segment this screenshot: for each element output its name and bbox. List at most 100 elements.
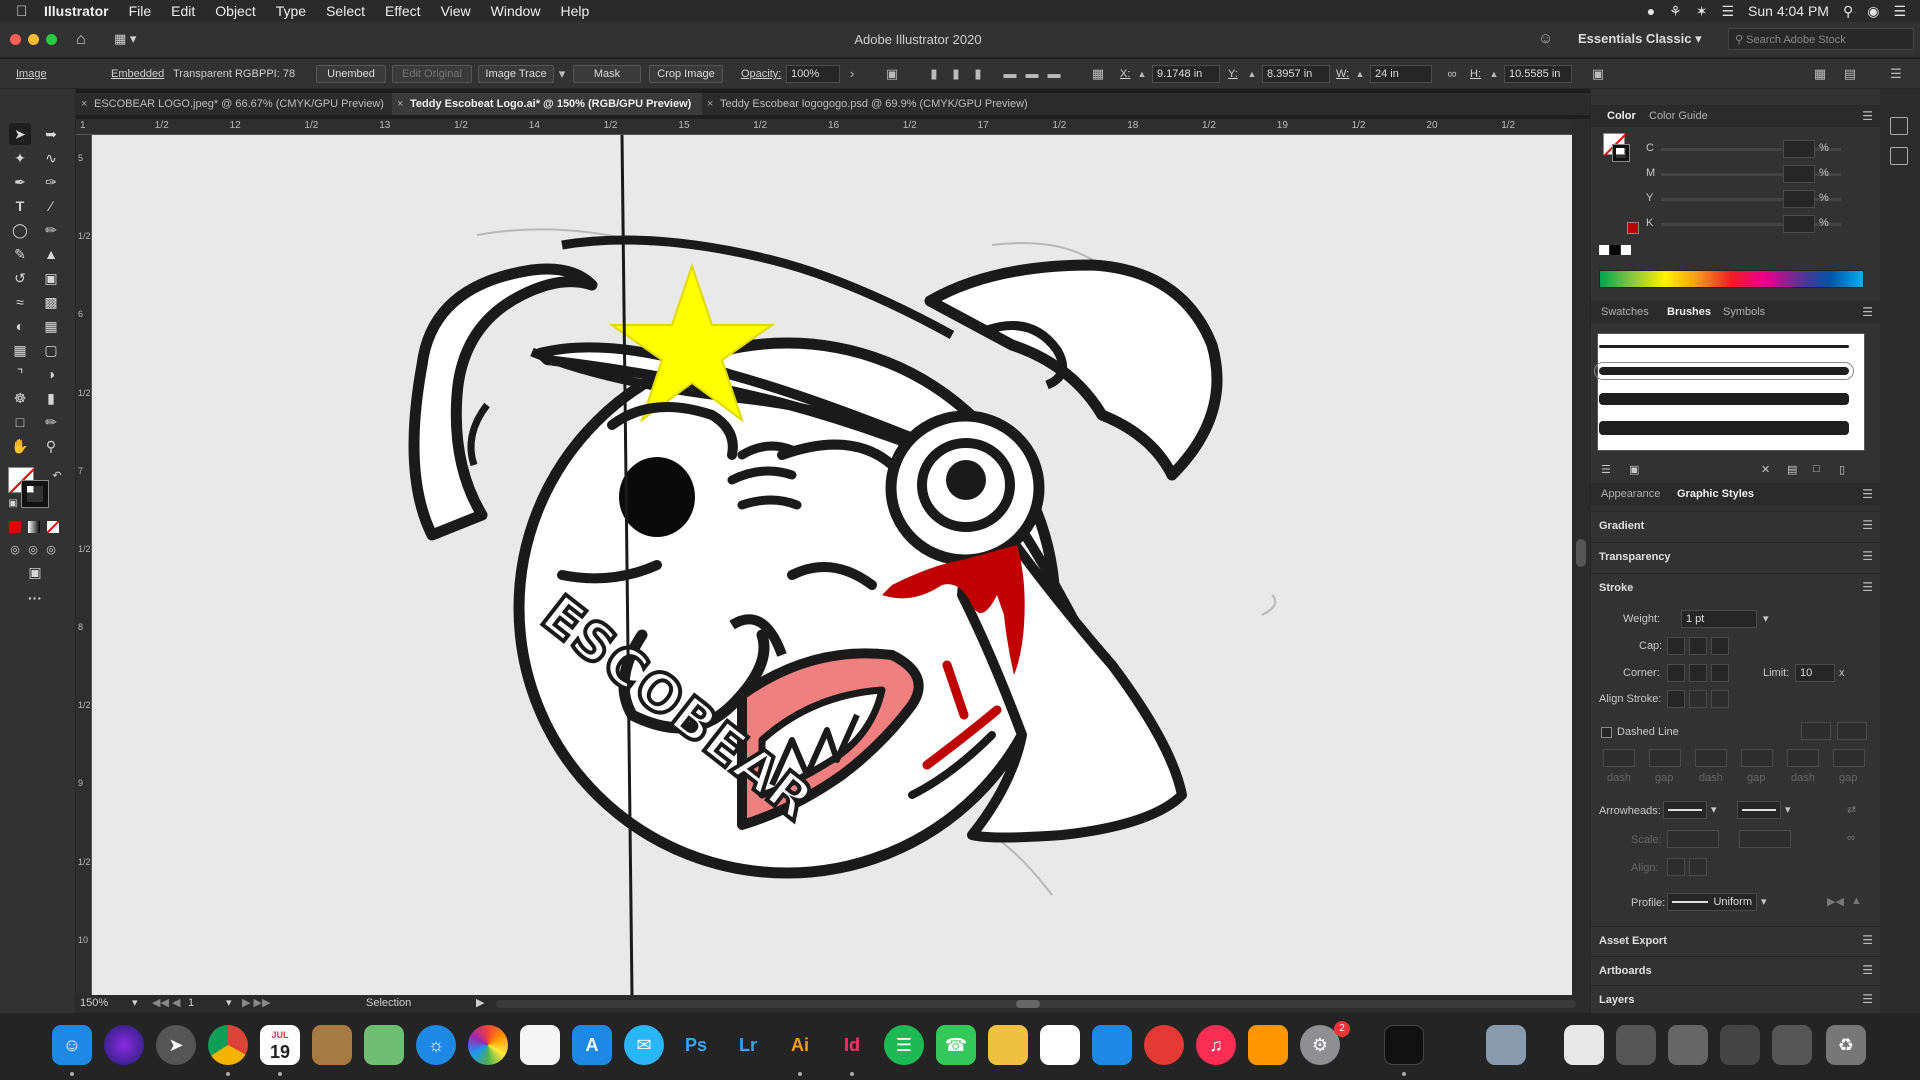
numbers-icon[interactable] — [1040, 1025, 1080, 1065]
square-cap-button[interactable] — [1711, 637, 1729, 655]
lasso-tool-icon[interactable]: ∿ — [40, 147, 62, 169]
siri-icon[interactable] — [104, 1025, 144, 1065]
safari-icon[interactable]: ☼ — [416, 1025, 456, 1065]
align-inside-stroke-button[interactable] — [1689, 690, 1707, 708]
shaper-tool-icon[interactable]: ✎ — [9, 243, 31, 265]
image-trace-button[interactable]: Image Trace — [478, 65, 554, 83]
reminders-icon[interactable] — [520, 1025, 560, 1065]
type-tool-icon[interactable]: T — [9, 195, 31, 217]
menu-app-name[interactable]: Illustrator — [44, 3, 109, 19]
arrow-place-button[interactable] — [1689, 858, 1707, 876]
tab-graphic-styles[interactable]: Graphic Styles — [1677, 488, 1754, 500]
slice-tool-icon[interactable]: ✏ — [40, 411, 62, 433]
tab-symbols[interactable]: Symbols — [1723, 306, 1765, 318]
embedded-link[interactable]: Embedded — [111, 68, 164, 80]
tab-appearance[interactable]: Appearance — [1601, 488, 1660, 500]
menu-window[interactable]: Window — [491, 3, 541, 19]
canvas-vertical-scrollbar[interactable] — [1572, 119, 1590, 995]
scale-tool-icon[interactable]: ▣ — [40, 267, 62, 289]
tab-brushes[interactable]: Brushes — [1667, 306, 1711, 318]
close-tab-icon[interactable]: × — [397, 93, 403, 115]
mask-button[interactable]: Mask — [573, 65, 641, 83]
start-arrowhead-select[interactable] — [1663, 801, 1707, 819]
layers-panel-header[interactable]: Layers ☰ — [1591, 985, 1881, 1013]
w-label[interactable]: W: — [1336, 68, 1349, 80]
bevel-join-button[interactable] — [1711, 664, 1729, 682]
news-icon[interactable] — [1144, 1025, 1184, 1065]
zoom-tool-icon[interactable]: ⚲ — [40, 435, 62, 457]
horizontal-scroll-thumb[interactable] — [1016, 1000, 1040, 1008]
stroke-panel-header[interactable]: Stroke ☰ — [1591, 573, 1881, 601]
warp-tool-icon[interactable]: ≈ — [9, 291, 31, 313]
brush-settings-icon[interactable]: ▤ — [1787, 463, 1797, 476]
gradient-mode-button[interactable] — [28, 521, 40, 533]
gap-input-3[interactable] — [1833, 749, 1865, 767]
h-label[interactable]: H: — [1470, 68, 1481, 80]
status-menu-icon[interactable]: ▶ — [476, 996, 484, 1009]
x-label[interactable]: X: — [1120, 68, 1130, 80]
align-dash-button[interactable] — [1837, 722, 1867, 740]
wifi-icon[interactable]: ☰ — [1721, 3, 1734, 20]
keynote-icon[interactable] — [1092, 1025, 1132, 1065]
profile-dropdown-icon[interactable]: ▾ — [1761, 895, 1767, 908]
draw-inside-icon[interactable]: ◎ — [40, 539, 62, 561]
preview-icon[interactable] — [1486, 1025, 1526, 1065]
illustrator-icon[interactable]: Ai — [780, 1025, 820, 1065]
brush-options-icon[interactable]: ▣ — [1629, 463, 1639, 476]
butt-cap-button[interactable] — [1667, 637, 1685, 655]
books-icon[interactable] — [1248, 1025, 1288, 1065]
curvature-tool-icon[interactable]: ✑ — [40, 171, 62, 193]
panel-menu-icon[interactable]: ☰ — [1862, 963, 1873, 977]
align-center-stroke-button[interactable] — [1667, 690, 1685, 708]
eyedropper-tool-icon[interactable]: ⌝ — [9, 363, 31, 385]
profile-select[interactable]: Uniform — [1667, 893, 1757, 911]
workspace-switcher[interactable]: Essentials Classic ▾ — [1578, 31, 1702, 47]
record-icon[interactable]: ● — [1647, 3, 1655, 19]
unembed-button[interactable]: Unembed — [316, 65, 386, 83]
paintbrush-tool-icon[interactable]: ✏ — [40, 219, 62, 241]
last-color-swatch[interactable] — [1627, 222, 1639, 234]
mesh-tool-icon[interactable]: ▦ — [9, 339, 31, 361]
screen-mode-icon[interactable]: ▣ — [24, 561, 46, 583]
panel-menu-icon[interactable]: ☰ — [1862, 933, 1873, 947]
none-swatch[interactable] — [1599, 245, 1609, 255]
horizontal-scrollbar[interactable] — [496, 1000, 1576, 1008]
spotlight-search-icon[interactable]: ⚲ — [1843, 3, 1853, 20]
miter-join-button[interactable] — [1667, 664, 1685, 682]
weight-dropdown-icon[interactable]: ▾ — [1763, 612, 1769, 625]
tab-swatches[interactable]: Swatches — [1601, 306, 1649, 318]
dash-input-1[interactable] — [1603, 749, 1635, 767]
downloads-stack-icon[interactable] — [1616, 1025, 1656, 1065]
swap-fill-stroke-icon[interactable]: ↶ — [46, 465, 68, 487]
menu-object[interactable]: Object — [215, 3, 255, 19]
calendar-icon[interactable]: JUL 19 — [260, 1025, 300, 1065]
apple-menu-icon[interactable]:  — [16, 3, 44, 20]
ellipse-tool-icon[interactable]: ◯ — [9, 219, 31, 241]
panel-menu-icon[interactable]: ☰ — [1862, 518, 1873, 532]
delete-brush-icon[interactable]: ▯ — [1839, 463, 1845, 476]
horizontal-ruler[interactable]: 1 1/2 12 1/2 13 1/2 14 1/2 15 1/2 16 1/2 17 1/2 18 1/2 1… — [76, 119, 1572, 135]
app-store-icon[interactable]: A — [572, 1025, 612, 1065]
photoshop-icon[interactable]: Ps — [676, 1025, 716, 1065]
properties-icon[interactable] — [1890, 117, 1908, 135]
round-cap-button[interactable] — [1689, 637, 1707, 655]
gap-input-2[interactable] — [1741, 749, 1773, 767]
minimized-window-3-icon[interactable] — [1772, 1025, 1812, 1065]
none-mode-button[interactable] — [46, 520, 60, 534]
panel-menu-icon[interactable]: ☰ — [1862, 305, 1873, 319]
opacity-label[interactable]: Opacity: — [741, 68, 781, 80]
menu-type[interactable]: Type — [276, 3, 306, 19]
y-input[interactable] — [1783, 190, 1815, 208]
width-input[interactable]: 24 in — [1370, 65, 1432, 83]
line-tool-icon[interactable]: ∕ — [40, 195, 62, 217]
launchpad-icon[interactable]: ➤ — [156, 1025, 196, 1065]
brush-item-1[interactable] — [1599, 345, 1849, 348]
start-scale-input[interactable] — [1667, 830, 1719, 848]
artboard-canvas[interactable]: ESCOBEAR — [92, 135, 1572, 995]
flip-across-icon[interactable]: ▲ — [1851, 895, 1862, 907]
h-stepper-icon[interactable]: ▲ — [1486, 66, 1502, 82]
crop-image-button[interactable]: Crop Image — [649, 65, 723, 83]
messages-icon[interactable]: ✉ — [624, 1025, 664, 1065]
end-arrowhead-dropdown-icon[interactable]: ▾ — [1785, 803, 1791, 816]
brush-item-2[interactable] — [1594, 362, 1854, 380]
